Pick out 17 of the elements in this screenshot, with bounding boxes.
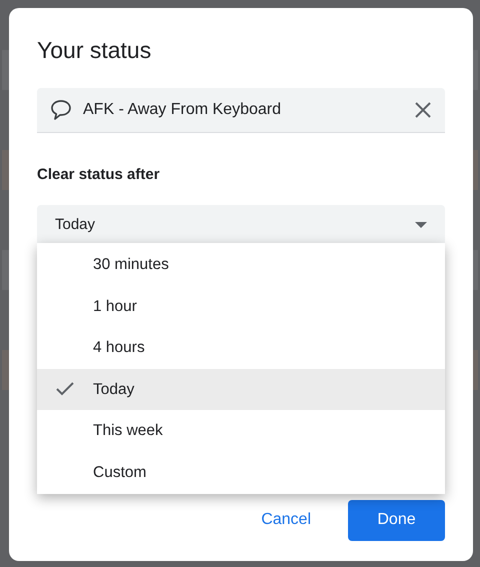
menu-item[interactable]: 4 hours	[37, 327, 445, 368]
check-icon	[56, 382, 74, 396]
close-icon[interactable]	[415, 102, 431, 118]
menu-item[interactable]: Custom	[37, 452, 445, 493]
done-button[interactable]: Done	[348, 500, 445, 540]
menu-item[interactable]: 30 minutes	[37, 244, 445, 286]
status-field[interactable]: AFK - Away From Keyboard	[37, 88, 445, 133]
menu-item[interactable]: 1 hour	[37, 286, 445, 327]
duration-select[interactable]: Today	[37, 204, 445, 246]
status-input[interactable]: AFK - Away From Keyboard	[83, 98, 415, 122]
menu-item[interactable]: Today	[37, 368, 445, 410]
caret-icon	[415, 222, 427, 228]
menu-item[interactable]: This week	[37, 410, 445, 452]
section-label: Clear status after	[37, 165, 161, 185]
cancel-button[interactable]: Cancel	[261, 500, 311, 540]
speech-bubble-icon	[49, 98, 73, 122]
dialog-title: Your status	[37, 36, 152, 64]
